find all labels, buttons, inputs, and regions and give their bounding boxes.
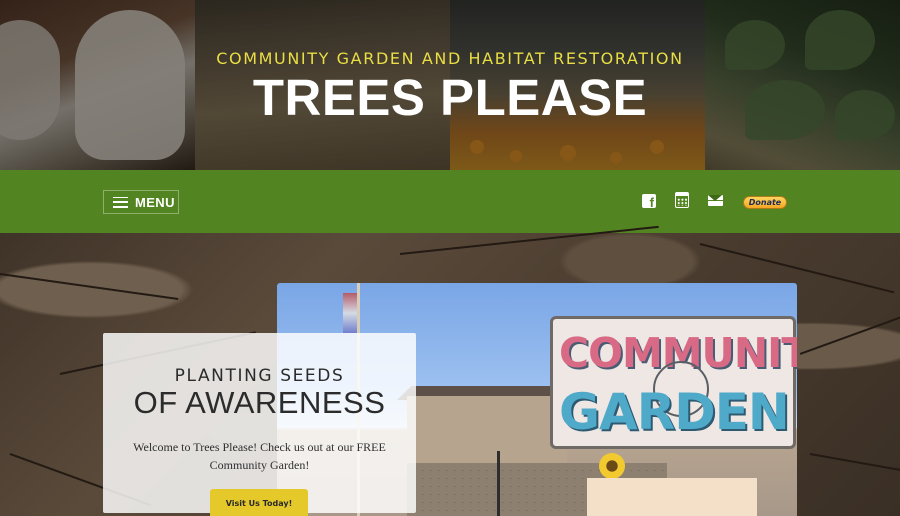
card-title: OF AWARENESS xyxy=(133,385,386,420)
hero-subtitle: COMMUNITY GARDEN AND HABITAT RESTORATION xyxy=(216,49,684,68)
intro-card: PLANTING SEEDS OF AWARENESS Welcome to T… xyxy=(103,333,416,516)
lamp-pole xyxy=(497,451,500,516)
donate-button[interactable]: Donate xyxy=(743,196,787,209)
sunflower-shape xyxy=(599,453,625,479)
soil-crack xyxy=(809,453,900,472)
soil-crack xyxy=(799,312,900,355)
site-title[interactable]: TREES PLEASE xyxy=(0,68,900,127)
welcome-sign xyxy=(587,478,757,516)
house xyxy=(407,396,567,468)
sign-line-2: GARDEN xyxy=(559,383,790,441)
flag xyxy=(343,293,357,333)
visit-us-button[interactable]: Visit Us Today! xyxy=(210,489,308,516)
soil-crack xyxy=(0,273,179,300)
community-garden-sign: COMMUNITY GARDEN xyxy=(550,316,797,449)
card-kicker: PLANTING SEEDS xyxy=(174,366,345,386)
card-text: Welcome to Trees Please! Check us out at… xyxy=(133,440,386,472)
email-icon[interactable] xyxy=(708,195,723,206)
menu-button[interactable]: MENU xyxy=(103,190,179,214)
calendar-icon[interactable] xyxy=(675,192,689,208)
hero-banner: COMMUNITY GARDEN AND HABITAT RESTORATION… xyxy=(0,0,900,170)
hamburger-icon xyxy=(113,196,128,208)
menu-label: MENU xyxy=(135,194,175,210)
facebook-icon[interactable] xyxy=(642,194,656,210)
